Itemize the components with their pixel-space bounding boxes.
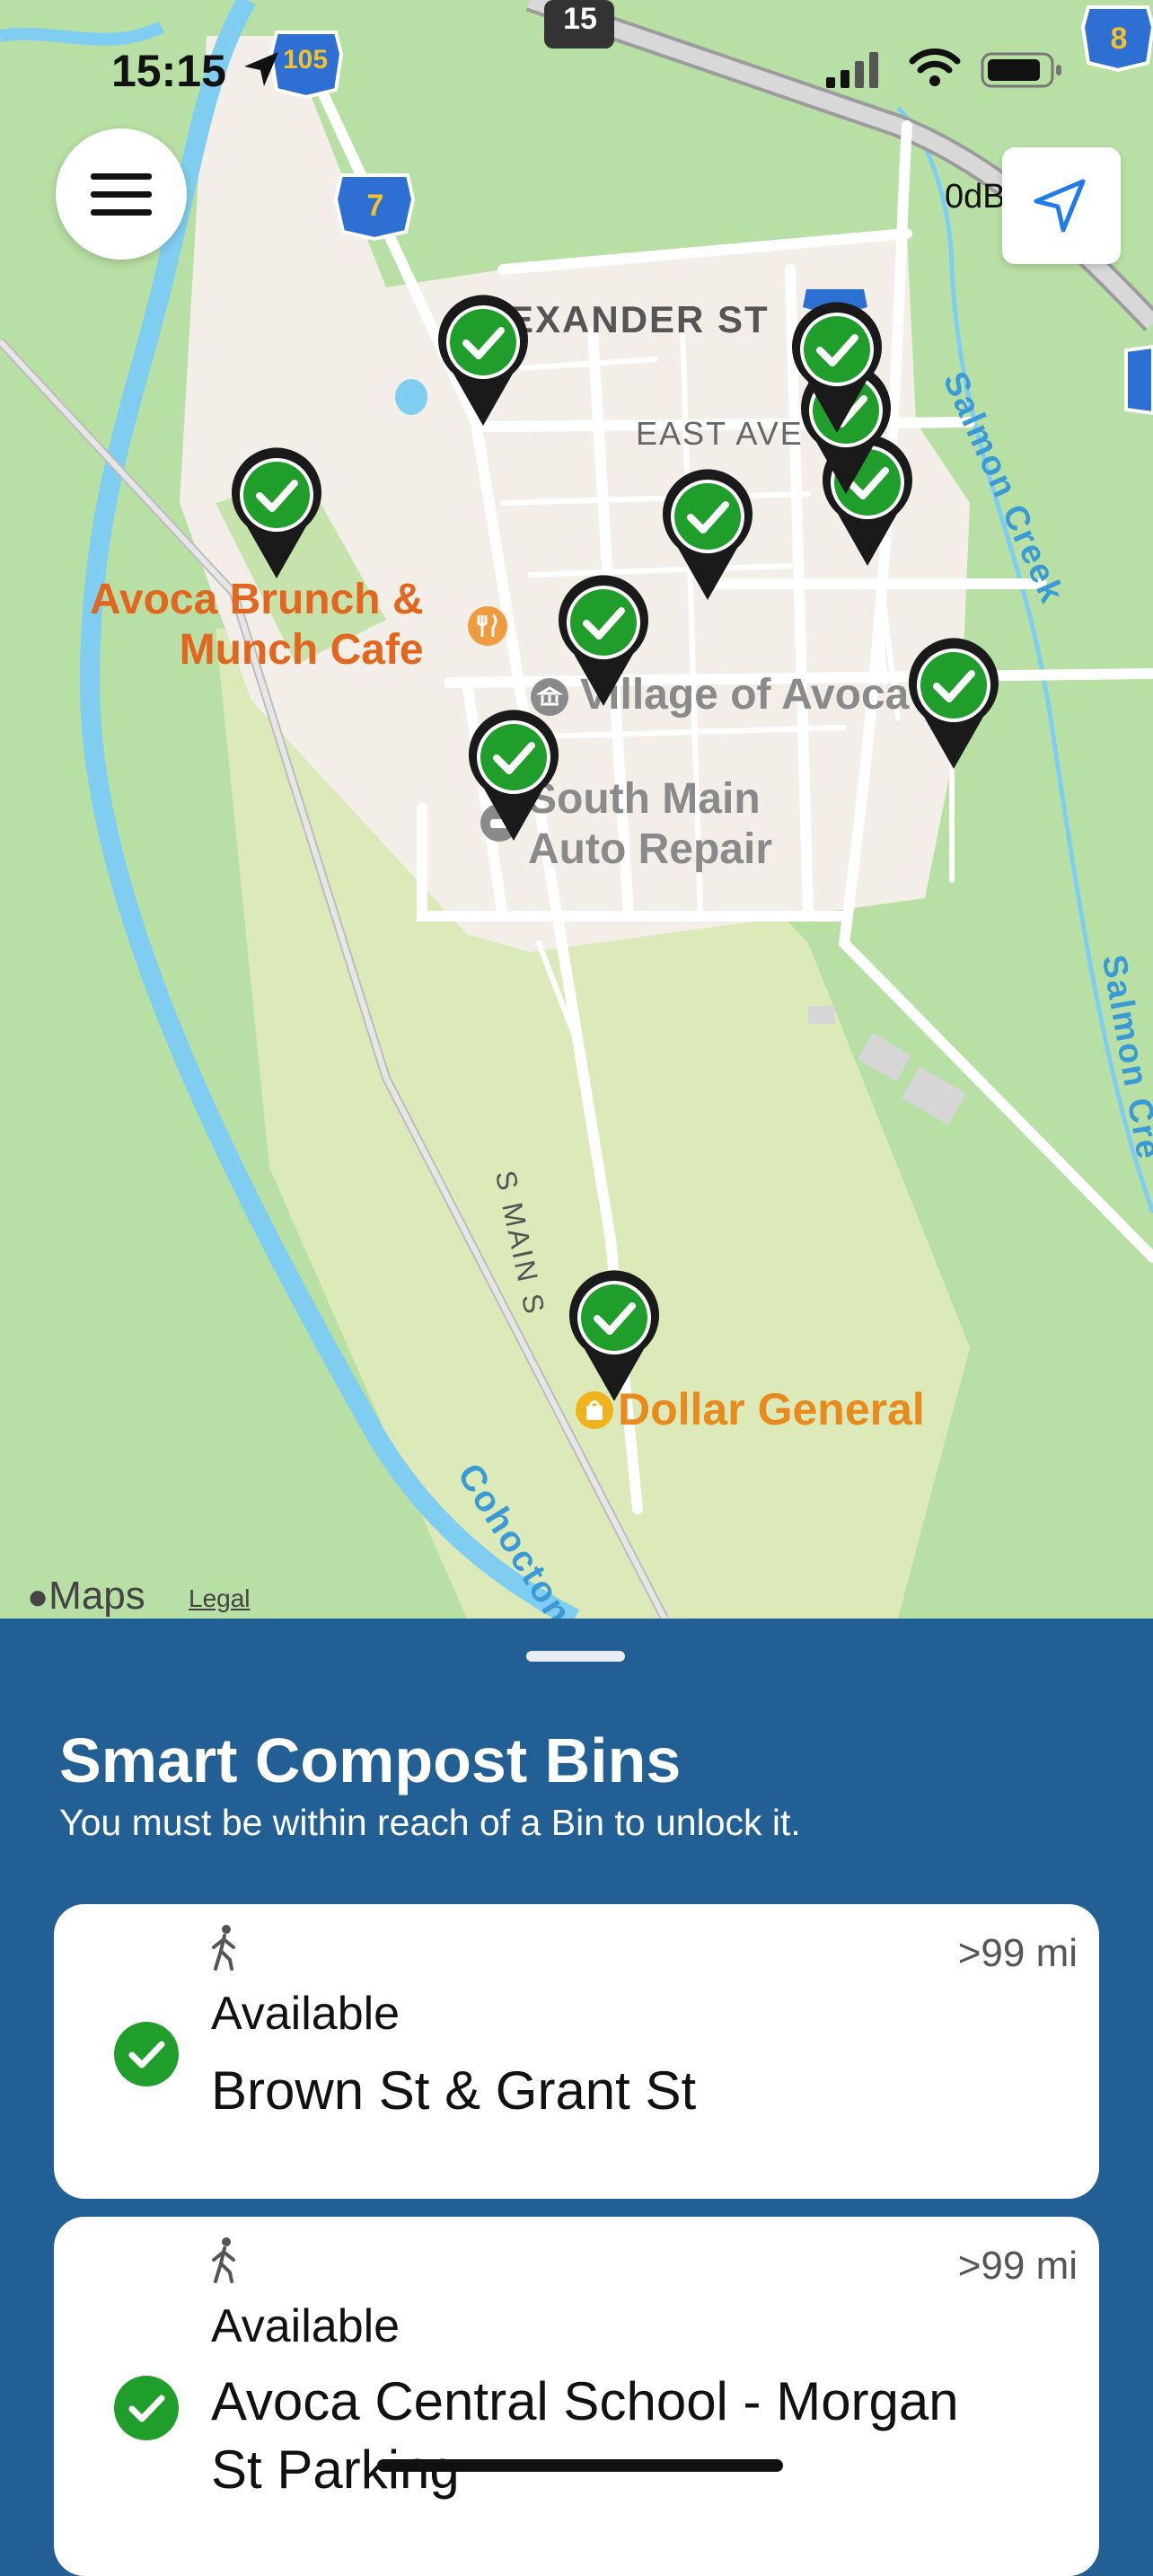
menu-button[interactable] xyxy=(56,128,187,260)
apple-maps-attribution: ●Maps xyxy=(27,1574,145,1618)
bin-card[interactable]: >99 mi Available Avoca Central School - … xyxy=(54,2217,1099,2576)
poi-dollar-general-label[interactable]: Dollar General xyxy=(618,1383,925,1435)
home-indicator xyxy=(377,2459,783,2472)
bin-map-pin[interactable] xyxy=(464,708,563,842)
panel-grabber[interactable] xyxy=(526,1651,625,1662)
walking-icon xyxy=(212,2237,235,2283)
bin-name: Avoca Central School - Morgan St Parking xyxy=(211,2371,959,2500)
db-level: 0dB xyxy=(945,178,1006,216)
walking-icon xyxy=(212,1925,235,1971)
available-check-icon xyxy=(114,2022,179,2086)
panel-title: Smart Compost Bins xyxy=(59,1725,682,1795)
location-arrow-icon xyxy=(244,52,278,86)
bin-name: Brown St & Grant St xyxy=(211,2060,697,2121)
legal-link[interactable]: Legal xyxy=(189,1584,251,1613)
status-bar: 15:15 xyxy=(0,36,1153,99)
bin-map-pin[interactable] xyxy=(565,1268,664,1403)
status-time: 15:15 xyxy=(111,46,226,96)
bin-map-pin[interactable] xyxy=(904,636,1003,771)
bin-distance: >99 mi xyxy=(957,1931,1078,1975)
cellular-signal-icon xyxy=(826,52,878,88)
poi-cafe-line1: Avoca Brunch & xyxy=(90,576,424,623)
restaurant-icon xyxy=(468,606,507,646)
navigation-arrow-icon xyxy=(1034,179,1086,233)
locate-me-button[interactable] xyxy=(1002,147,1121,264)
bin-map-pin[interactable] xyxy=(434,293,532,428)
poi-cafe-line2: Munch Cafe xyxy=(179,626,424,674)
bin-map-pin[interactable] xyxy=(554,573,653,708)
battery-icon xyxy=(981,52,1061,88)
bin-status: Available xyxy=(211,1988,400,2040)
bins-panel: Smart Compost Bins You must be within re… xyxy=(0,1619,1153,2576)
bin-card[interactable]: >99 mi Available Brown St & Grant St xyxy=(54,1904,1099,2199)
poi-repair-line1: South Main xyxy=(528,775,761,823)
poi-repair-line2: Auto Repair xyxy=(528,825,773,873)
available-check-icon xyxy=(114,2376,179,2440)
street-label-alexander: EXANDER ST xyxy=(508,298,770,340)
route-7-shield: 7 xyxy=(366,189,384,223)
wifi-icon xyxy=(909,49,961,86)
panel-subtitle: You must be within reach of a Bin to unl… xyxy=(59,1802,801,1843)
bin-map-pin[interactable] xyxy=(658,467,757,602)
bin-map-pin[interactable] xyxy=(227,446,326,580)
street-label-east-ave: EAST AVE xyxy=(636,415,804,452)
bin-status: Available xyxy=(211,2300,400,2352)
maps-attribution-text: Maps xyxy=(48,1574,145,1618)
bin-map-pin[interactable] xyxy=(788,300,886,435)
poi-repair-label[interactable]: South Main Auto Repair xyxy=(528,774,772,875)
bin-distance: >99 mi xyxy=(957,2244,1078,2288)
map-view[interactable]: 105 15 7 8 15:15 0dB EXANDER ST EAST AVE… xyxy=(0,0,1153,1619)
poi-cafe-label[interactable]: Avoca Brunch & Munch Cafe xyxy=(90,575,424,675)
